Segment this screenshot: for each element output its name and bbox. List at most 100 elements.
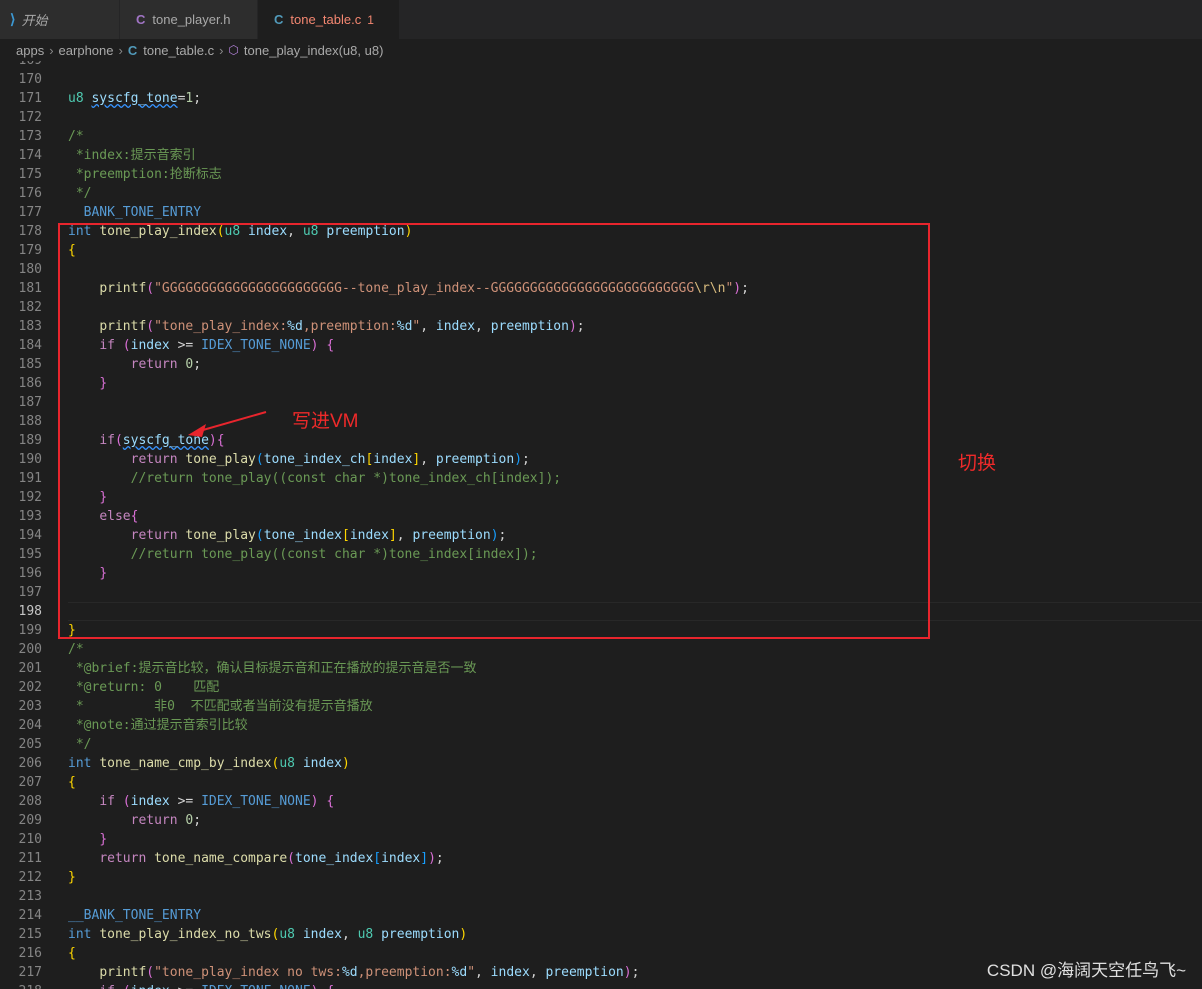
line-number: 182	[18, 300, 42, 315]
line-number: 211	[18, 851, 42, 866]
problems-badge: 1	[367, 12, 374, 27]
chevron-right-icon: ›	[219, 42, 224, 58]
chevron-right-icon: ›	[49, 42, 54, 58]
line-number: 170	[18, 72, 42, 87]
line-number: 218	[0, 982, 42, 989]
code-line[interactable]: 174 *index:提示音索引	[0, 146, 1202, 165]
code-line[interactable]: 201 *@brief:提示音比较，确认目标提示音和正在播放的提示音是否一致	[0, 659, 1202, 678]
code-line[interactable]: 175 *preemption:抢断标志	[0, 165, 1202, 184]
code-text: int tone_name_cmp_by_index(u8 index)	[68, 756, 350, 771]
code-text: * 非0 不匹配或者当前没有提示音播放	[68, 699, 373, 714]
line-number: 172	[18, 110, 42, 125]
watermark: CSDN @海阔天空任鸟飞~	[986, 961, 1186, 980]
chevron-right-icon: ›	[118, 42, 123, 58]
tab-welcome[interactable]: ⟩ 开始	[0, 0, 120, 39]
line-number: 195	[18, 547, 42, 562]
function-cube-icon: ⬡	[228, 43, 239, 57]
tab-label: tone_table.c	[290, 12, 362, 27]
line-number: 202	[18, 680, 42, 695]
line-number: 193	[18, 509, 42, 524]
code-line[interactable]: 204 *@note:通过提示音索引比较	[0, 716, 1202, 735]
line-number: 200	[18, 642, 42, 657]
line-number: 190	[18, 452, 42, 467]
code-line[interactable]: 170	[0, 70, 1202, 89]
code-line[interactable]: 176 */	[0, 184, 1202, 203]
code-line[interactable]: 202 *@return: 0 匹配	[0, 678, 1202, 697]
breadcrumb-item-file[interactable]: tone_table.c	[143, 43, 214, 58]
code-line[interactable]: 207 {	[0, 773, 1202, 792]
code-line[interactable]: 173 /*	[0, 127, 1202, 146]
code-text: /*	[68, 129, 84, 144]
line-number: 184	[18, 338, 42, 353]
line-number: 173	[18, 129, 42, 144]
line-number: 194	[18, 528, 42, 543]
line-number: 177	[18, 205, 42, 220]
tab-label: 开始	[21, 13, 48, 28]
line-number: 191	[18, 471, 42, 486]
line-number: 179	[18, 243, 42, 258]
code-line[interactable]: 200 /*	[0, 640, 1202, 659]
c-file-icon: C	[136, 12, 146, 27]
line-number: 204	[18, 718, 42, 733]
code-text: /*	[68, 642, 84, 657]
code-text: */	[68, 186, 92, 201]
code-text: {	[68, 946, 76, 961]
code-text: BANK_TONE_ENTRY	[68, 205, 202, 220]
code-line[interactable]: 172	[0, 108, 1202, 127]
code-line[interactable]: 212}	[0, 868, 1202, 887]
code-line[interactable]: 218 if (index >= IDEX_TONE_NONE) {	[0, 982, 1202, 989]
breadcrumb: apps › earphone › C tone_table.c › ⬡ ton…	[0, 39, 1202, 61]
code-line[interactable]: 208 if (index >= IDEX_TONE_NONE) {	[0, 792, 1202, 811]
code-text: }	[68, 870, 76, 885]
code-line[interactable]: 209 return 0;	[0, 811, 1202, 830]
line-number: 169	[0, 61, 42, 70]
line-number: 189	[18, 433, 42, 448]
line-number: 197	[18, 585, 42, 600]
line-number: 176	[18, 186, 42, 201]
line-number: 216	[18, 946, 42, 961]
box-annotation-label: 切换	[958, 453, 997, 474]
vscode-icon: ⟩	[10, 11, 16, 27]
code-text: int tone_play_index_no_tws(u8 index, u8 …	[68, 927, 468, 942]
annotation-arrow	[188, 411, 267, 437]
line-number: 203	[18, 699, 42, 714]
line-number: 187	[18, 395, 42, 410]
code-line[interactable]: 214 __BANK_TONE_ENTRY	[0, 906, 1202, 925]
code-text: if (index >= IDEX_TONE_NONE) {	[99, 794, 335, 809]
code-text: return tone_name_compare(tone_index[inde…	[99, 851, 444, 866]
tab-label: tone_player.h	[152, 12, 231, 27]
breadcrumb-item-function[interactable]: tone_play_index(u8, u8)	[244, 43, 384, 58]
code-line[interactable]: 203 * 非0 不匹配或者当前没有提示音播放	[0, 697, 1202, 716]
line-number: 196	[18, 566, 42, 581]
code-line[interactable]: 171 u8 syscfg_tone=1;	[0, 89, 1202, 108]
breadcrumb-item-apps[interactable]: apps	[16, 43, 44, 58]
line-number: 213	[18, 889, 42, 904]
code-text: {	[68, 775, 76, 790]
line-number: 198	[18, 604, 42, 619]
code-line[interactable]: 206 int tone_name_cmp_by_index(u8 index)	[0, 754, 1202, 773]
code-line[interactable]: 213	[0, 887, 1202, 906]
code-line[interactable]: 169	[0, 61, 1202, 70]
arrow-annotation-label: 写进VM	[292, 411, 359, 432]
c-file-icon: C	[127, 42, 138, 58]
tab-tone-player-h[interactable]: C tone_player.h	[120, 0, 258, 39]
code-line[interactable]: 211 return tone_name_compare(tone_index[…	[0, 849, 1202, 868]
line-number: 175	[18, 167, 42, 182]
line-number: 199	[18, 623, 42, 638]
breadcrumb-item-earphone[interactable]: earphone	[59, 43, 114, 58]
code-line[interactable]: 205 */	[0, 735, 1202, 754]
code-line[interactable]: 210 }	[0, 830, 1202, 849]
code-text: */	[68, 737, 92, 752]
line-number: 206	[18, 756, 42, 771]
code-text: if (index >= IDEX_TONE_NONE) {	[68, 982, 334, 989]
line-number: 181	[18, 281, 42, 296]
code-line[interactable]: 215 int tone_play_index_no_tws(u8 index, …	[0, 925, 1202, 944]
line-number: 201	[18, 661, 42, 676]
c-file-icon: C	[274, 12, 284, 27]
code-text: printf("tone_play_index no tws:%d,preemp…	[99, 965, 640, 980]
line-number: 215	[18, 927, 42, 942]
tab-tone-table-c[interactable]: C tone_table.c 1	[258, 0, 400, 39]
code-text: *@brief:提示音比较，确认目标提示音和正在播放的提示音是否一致	[68, 661, 477, 676]
code-text: u8 syscfg_tone=1;	[68, 91, 202, 106]
code-line[interactable]: 177 BANK_TONE_ENTRY	[0, 203, 1202, 222]
